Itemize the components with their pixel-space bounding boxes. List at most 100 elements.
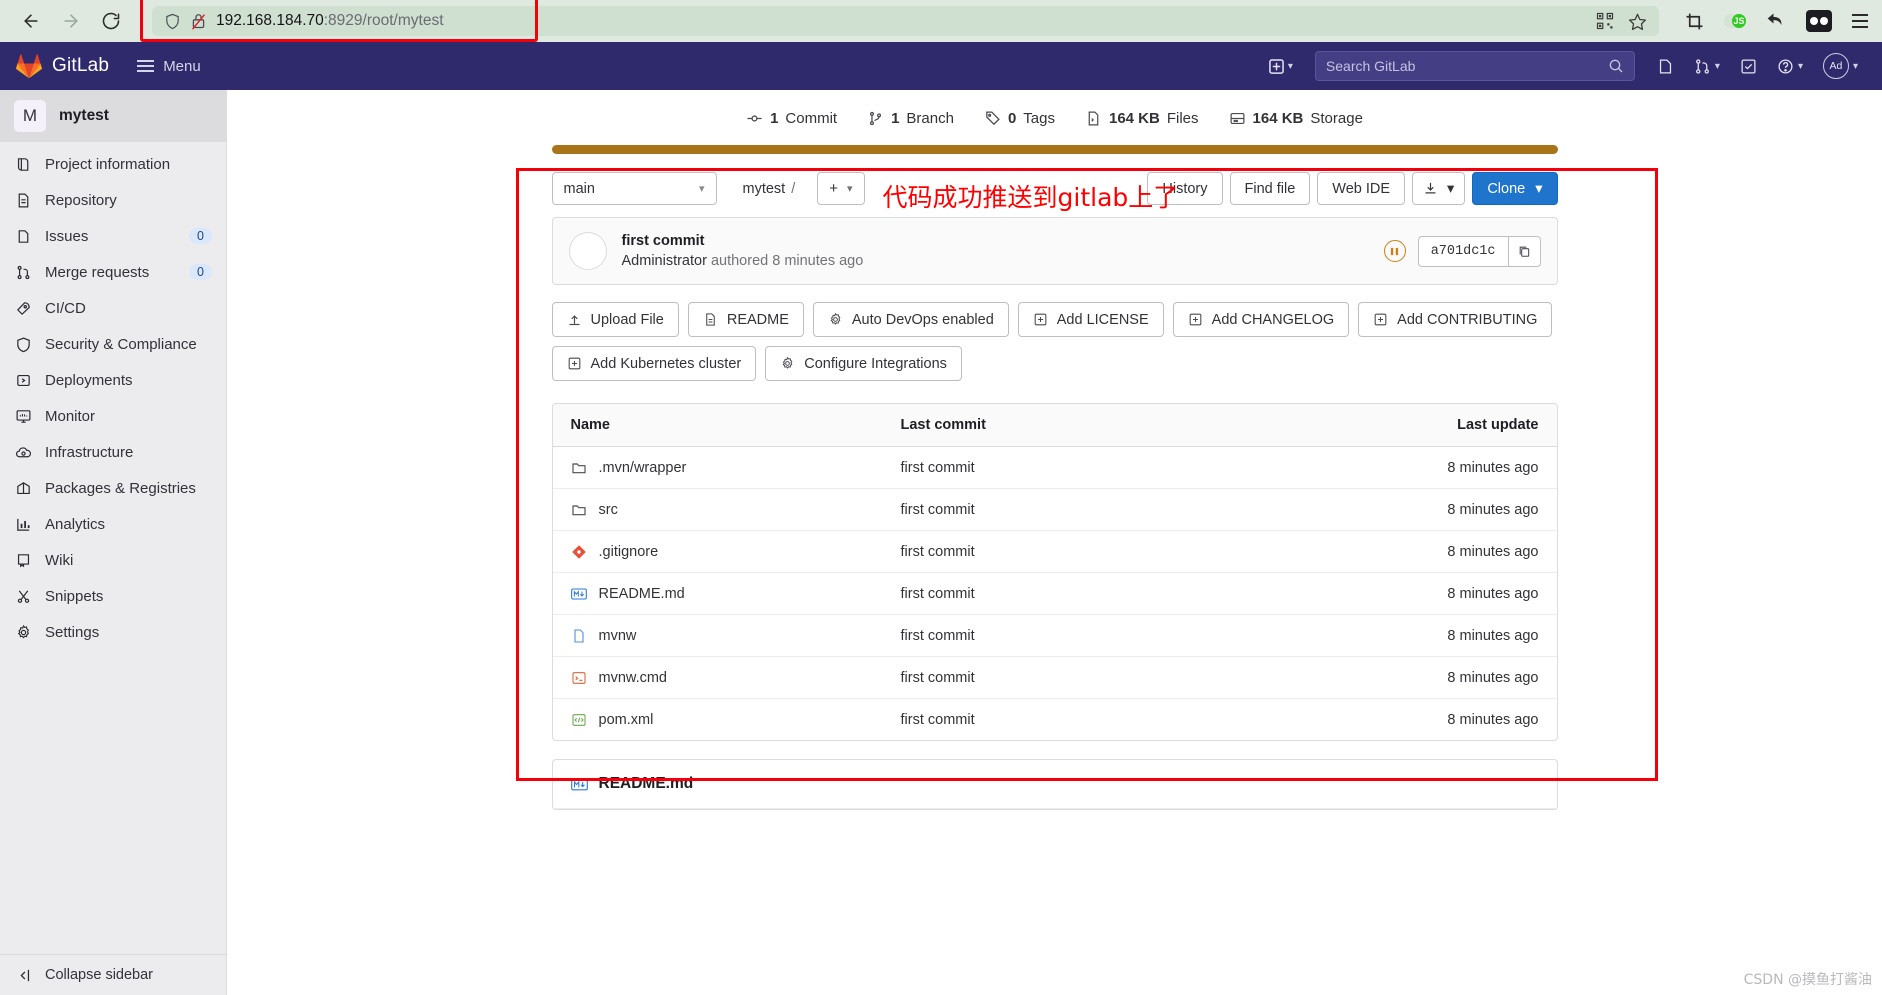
web-ide-button[interactable]: Web IDE	[1317, 172, 1406, 205]
file-name: pom.xml	[598, 711, 654, 728]
plus-box-icon	[1033, 312, 1048, 327]
help-nav-button[interactable]: ▾	[1769, 52, 1811, 81]
merge-requests-count-badge: 0	[189, 264, 212, 280]
crop-icon[interactable]	[1685, 12, 1704, 31]
sidebar-item-settings[interactable]: Settings	[0, 614, 226, 650]
breadcrumb[interactable]: mytest /	[743, 181, 796, 197]
address-bar[interactable]: 192.168.184.70:8929/root/mytest	[152, 6, 1659, 36]
sidebar-project-header[interactable]: M mytest	[0, 90, 226, 142]
table-row[interactable]: .gitignore first commit 8 minutes ago	[552, 531, 1557, 573]
file-name-cell[interactable]: mvnw.cmd	[571, 669, 901, 686]
url-host: 192.168.184.70	[216, 12, 324, 29]
sidebar-item-security-compliance[interactable]: Security & Compliance	[0, 326, 226, 362]
annotation-text: 代码成功推送到gitlab上了	[882, 183, 1179, 212]
download-button[interactable]: ▾	[1412, 172, 1466, 205]
file-name-cell[interactable]: .mvn/wrapper	[571, 459, 901, 476]
commit-title[interactable]: first commit	[622, 233, 864, 249]
upload-file-button[interactable]: Upload File	[551, 302, 679, 337]
merge-requests-nav-button[interactable]: ▾	[1686, 52, 1728, 81]
sidebar-item-wiki[interactable]: Wiki	[0, 542, 226, 578]
clone-button[interactable]: Clone ▾	[1472, 172, 1558, 205]
browser-menu-icon[interactable]	[1852, 12, 1868, 30]
stat-files[interactable]: 164 KB Files	[1085, 110, 1199, 127]
file-last-commit[interactable]: first commit	[901, 628, 1379, 644]
copy-icon[interactable]	[1507, 235, 1541, 267]
sidebar-item-deployments[interactable]: Deployments	[0, 362, 226, 398]
gitlab-home-link[interactable]: GitLab	[16, 53, 109, 79]
search-input[interactable]: Search GitLab	[1314, 51, 1635, 81]
stat-storage[interactable]: 164 KB Storage	[1229, 110, 1363, 127]
forward-button[interactable]	[54, 4, 88, 38]
merge-requests-icon	[14, 263, 32, 281]
file-last-commit[interactable]: first commit	[901, 670, 1379, 686]
sidebar-item-merge-requests[interactable]: Merge requests 0	[0, 254, 226, 290]
table-header: Name Last commit Last update	[552, 404, 1557, 447]
javascript-toggle-icon[interactable]: JS	[1724, 14, 1746, 28]
extension-icon[interactable]	[1806, 10, 1832, 32]
sidebar-item-snippets[interactable]: Snippets	[0, 578, 226, 614]
table-row[interactable]: pom.xml first commit 8 minutes ago	[553, 699, 1557, 740]
table-row[interactable]: mvnw first commit 8 minutes ago	[552, 615, 1557, 657]
commit-sha[interactable]: a701dc1c	[1417, 235, 1508, 267]
star-icon[interactable]	[1628, 12, 1647, 31]
stat-commits[interactable]: 1 Commit	[746, 110, 837, 127]
readme-icon	[703, 312, 718, 327]
main-menu-button[interactable]: Menu	[137, 58, 201, 75]
configure-integrations-button[interactable]: Configure Integrations	[765, 346, 962, 381]
file-name-cell[interactable]: .gitignore	[571, 543, 901, 560]
file-last-commit[interactable]: first commit	[901, 460, 1379, 476]
branch-selector[interactable]: main ▾	[551, 172, 717, 205]
project-name: mytest	[59, 107, 109, 124]
find-file-button[interactable]: Find file	[1229, 172, 1311, 205]
pipeline-status-icon[interactable]	[1383, 240, 1406, 262]
table-row[interactable]: src first commit 8 minutes ago	[552, 489, 1557, 531]
sidebar-item-ci-cd[interactable]: CI/CD	[0, 290, 226, 326]
sidebar-item-project-information[interactable]: Project information	[0, 146, 226, 182]
action-label: Add CHANGELOG	[1211, 311, 1335, 328]
project-sidebar: M mytest Project information Repository	[0, 90, 227, 995]
sidebar-item-issues[interactable]: Issues 0	[0, 218, 226, 254]
readme-card: README.md	[551, 759, 1558, 810]
todos-nav-button[interactable]	[1732, 52, 1765, 81]
readme-button[interactable]: README	[687, 302, 804, 337]
add-contributing-button[interactable]: Add CONTRIBUTING	[1358, 302, 1553, 337]
user-menu-button[interactable]: Ad ▾	[1815, 47, 1866, 85]
create-new-button[interactable]: ▾	[1261, 53, 1301, 80]
file-last-commit[interactable]: first commit	[901, 586, 1379, 602]
sidebar-item-monitor[interactable]: Monitor	[0, 398, 226, 434]
auto-devops-button[interactable]: Auto DevOps enabled	[812, 302, 1009, 337]
table-row[interactable]: .mvn/wrapper first commit 8 minutes ago	[552, 447, 1557, 489]
sidebar-item-infrastructure[interactable]: Infrastructure	[0, 434, 226, 470]
url-path: :8929/root/mytest	[323, 12, 444, 29]
sidebar-item-label: Settings	[45, 623, 100, 641]
qr-code-icon[interactable]	[1596, 12, 1614, 30]
file-last-commit[interactable]: first commit	[901, 502, 1379, 518]
add-license-button[interactable]: Add LICENSE	[1017, 302, 1164, 337]
sidebar-item-label: Monitor	[45, 407, 96, 425]
insecure-lock-icon[interactable]	[190, 12, 207, 31]
sidebar-item-analytics[interactable]: Analytics	[0, 506, 226, 542]
undo-arrow-icon[interactable]	[1766, 11, 1786, 31]
back-button[interactable]	[14, 4, 48, 38]
add-changelog-button[interactable]: Add CHANGELOG	[1172, 302, 1350, 337]
collapse-sidebar-button[interactable]: Collapse sidebar	[0, 954, 226, 995]
commit-author[interactable]: Administrator	[622, 253, 707, 269]
add-kubernetes-cluster-button[interactable]: Add Kubernetes cluster	[551, 346, 757, 381]
file-last-commit[interactable]: first commit	[901, 712, 1379, 728]
reload-button[interactable]	[94, 4, 128, 38]
table-row[interactable]: README.md first commit 8 minutes ago	[552, 573, 1557, 615]
stat-branches[interactable]: 1 Branch	[867, 110, 954, 127]
file-name-cell[interactable]: pom.xml	[571, 711, 901, 728]
sidebar-item-packages-registries[interactable]: Packages & Registries	[0, 470, 226, 506]
file-name-cell[interactable]: mvnw	[571, 627, 901, 644]
stat-tags[interactable]: 0 Tags	[984, 110, 1055, 127]
file-name-cell[interactable]: README.md	[571, 585, 901, 602]
hamburger-icon	[137, 60, 155, 72]
sidebar-item-repository[interactable]: Repository	[0, 182, 226, 218]
add-to-repo-button[interactable]: + ▾	[817, 172, 865, 205]
file-name-cell[interactable]: src	[571, 501, 901, 518]
file-last-commit[interactable]: first commit	[901, 544, 1379, 560]
issues-nav-button[interactable]	[1649, 52, 1682, 81]
table-row[interactable]: mvnw.cmd first commit 8 minutes ago	[552, 657, 1557, 699]
markdown-icon	[570, 776, 588, 793]
